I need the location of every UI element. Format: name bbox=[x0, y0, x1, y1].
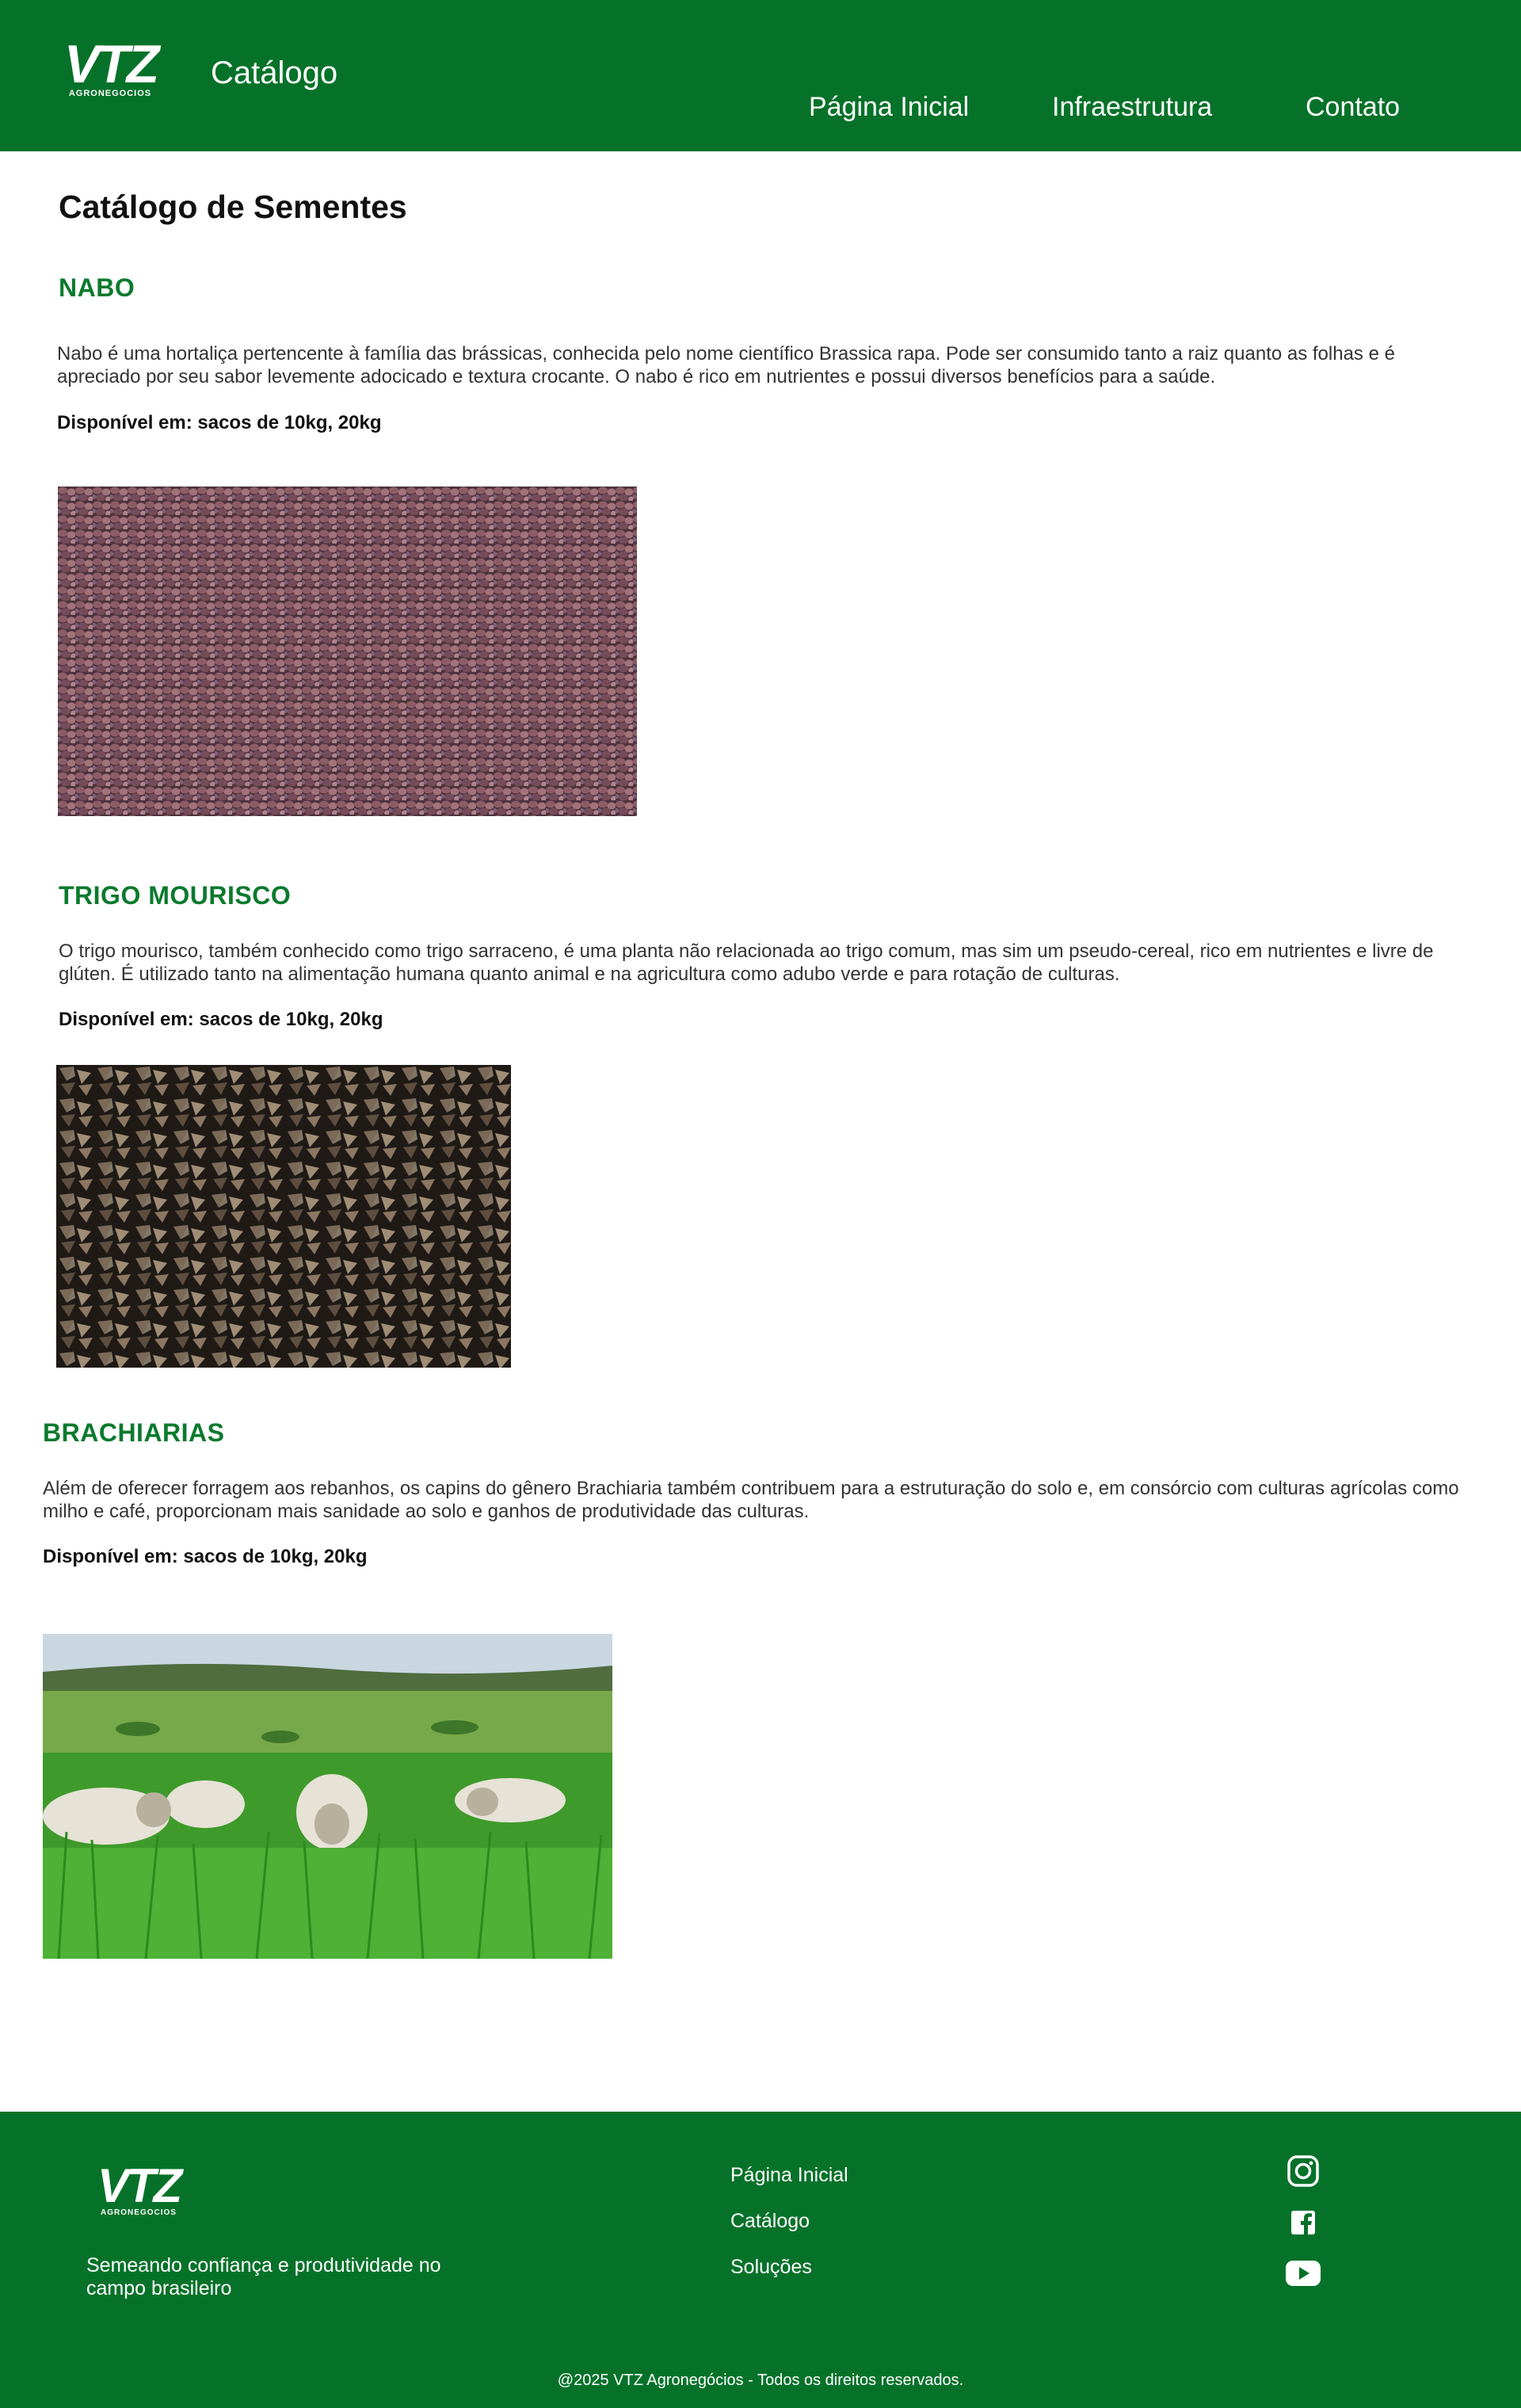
section-availability-brachiarias: Disponível em: sacos de 10kg, 20kg bbox=[43, 1546, 368, 1567]
footer-tagline: Semeando confiança e produtividade no ca… bbox=[86, 2254, 441, 2299]
footer-link-solucoes[interactable]: Soluções bbox=[730, 2256, 812, 2279]
footer-vtz-logo-mark: VTZ bbox=[97, 2166, 187, 2207]
nav-infraestrutura[interactable]: Infraestrutura bbox=[1052, 92, 1212, 123]
trigo-mourisco-seeds-image bbox=[56, 1065, 511, 1368]
header-title: Catálogo bbox=[211, 55, 338, 90]
vtz-logo[interactable]: VTZ AGRONEGOCIOS bbox=[52, 41, 168, 98]
section-availability-nabo: Disponível em: sacos de 10kg, 20kg bbox=[57, 412, 382, 433]
youtube-icon[interactable] bbox=[1285, 2255, 1321, 2292]
section-description-trigo-mourisco: O trigo mourisco, também conhecido como … bbox=[59, 941, 1434, 985]
section-title-nabo: NABO bbox=[59, 273, 135, 302]
vtz-logo-mark: VTZ bbox=[64, 41, 165, 87]
svg-text:VTZ: VTZ bbox=[64, 41, 162, 87]
logo-subtext: AGRONEGOCIOS bbox=[68, 89, 152, 98]
facebook-icon[interactable] bbox=[1285, 2204, 1321, 2241]
section-description-nabo: Nabo é uma hortaliça pertencente à famíl… bbox=[57, 343, 1395, 387]
footer-copyright: @2025 VTZ Agronegócios - Todos os direit… bbox=[557, 2372, 964, 2389]
section-title-brachiarias: BRACHIARIAS bbox=[43, 1418, 225, 1447]
footer-link-catalogo[interactable]: Catálogo bbox=[730, 2210, 810, 2233]
page-title: Catálogo de Sementes bbox=[59, 189, 407, 225]
section-availability-trigo-mourisco: Disponível em: sacos de 10kg, 20kg bbox=[59, 1009, 383, 1030]
footer-logo-subtext: AGRONEGOCIOS bbox=[101, 2208, 177, 2217]
site-footer: VTZ AGRONEGOCIOS Semeando confiança e pr… bbox=[0, 2112, 1521, 2408]
footer-link-pagina-inicial[interactable]: Página Inicial bbox=[730, 2164, 848, 2187]
section-title-trigo-mourisco: TRIGO MOURISCO bbox=[59, 881, 292, 910]
nav-contato[interactable]: Contato bbox=[1306, 92, 1400, 123]
brachiaria-pasture-image bbox=[43, 1634, 612, 1959]
instagram-icon[interactable] bbox=[1285, 2153, 1321, 2189]
footer-vtz-logo[interactable]: VTZ AGRONEGOCIOS bbox=[87, 2166, 190, 2217]
site-header: VTZ AGRONEGOCIOS Catálogo Página Inicial… bbox=[0, 0, 1521, 151]
nabo-seeds-image bbox=[58, 487, 637, 816]
svg-text:VTZ: VTZ bbox=[97, 2166, 185, 2207]
section-description-brachiarias: Além de oferecer forragem aos rebanhos, … bbox=[43, 1478, 1459, 1522]
nav-pagina-inicial[interactable]: Página Inicial bbox=[809, 92, 969, 123]
